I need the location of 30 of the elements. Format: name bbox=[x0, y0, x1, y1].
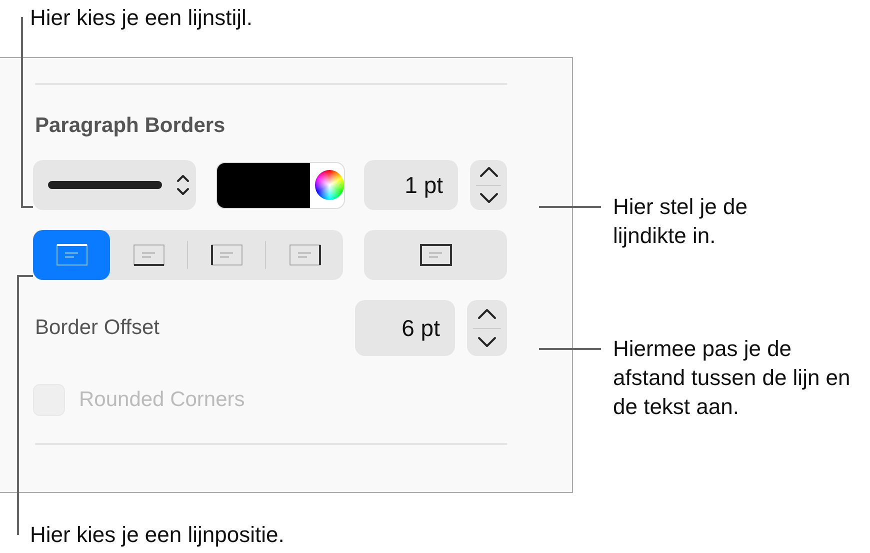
line-style-popup[interactable] bbox=[33, 160, 196, 210]
chevron-down-icon bbox=[477, 336, 497, 348]
callout-text: Hier kies je een lijnstijl. bbox=[30, 4, 253, 32]
checkbox-label: Rounded Corners bbox=[79, 388, 245, 412]
callout-text: Hier kies je een lijnpositie. bbox=[30, 521, 284, 549]
offset-label: Border Offset bbox=[35, 316, 161, 340]
leader-line bbox=[539, 348, 601, 350]
color-well[interactable] bbox=[216, 162, 344, 208]
chevron-down-icon bbox=[478, 192, 498, 204]
offset-field[interactable]: 6 pt bbox=[355, 300, 455, 356]
stepper[interactable] bbox=[470, 160, 507, 210]
outline-border-button[interactable] bbox=[364, 230, 507, 280]
border-bottom-icon bbox=[132, 244, 165, 266]
thickness-field[interactable]: 1 pt bbox=[364, 160, 458, 210]
stepper[interactable] bbox=[467, 300, 507, 356]
color-wheel-icon[interactable] bbox=[315, 170, 344, 200]
border-position-button[interactable] bbox=[33, 230, 110, 280]
border-top-icon bbox=[56, 244, 88, 266]
border-left-icon bbox=[210, 244, 243, 266]
section-heading: Paragraph Borders bbox=[35, 113, 226, 139]
leader-line bbox=[539, 206, 601, 208]
border-right-icon bbox=[288, 244, 321, 266]
callout-text: Hier stel je de lijndikte in. bbox=[613, 193, 749, 250]
chevron-up-icon bbox=[478, 166, 498, 178]
up-down-chevron-icon bbox=[176, 173, 190, 197]
callout-text: Hiermee pas je de afstand tussen de lijn en de tekst aan. bbox=[613, 335, 852, 421]
border-all-icon bbox=[420, 244, 452, 266]
chevron-up-icon bbox=[477, 308, 497, 320]
border-position-control[interactable] bbox=[33, 230, 344, 280]
solid-line-icon bbox=[48, 180, 162, 190]
